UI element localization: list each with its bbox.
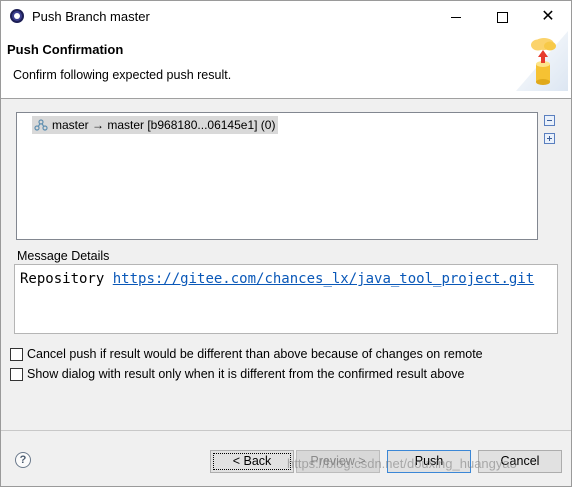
message-details-box[interactable]: Repository https://gitee.com/chances_lx/… <box>14 264 558 334</box>
minimize-button[interactable] <box>433 1 479 31</box>
page-description: Confirm following expected push result. <box>13 68 232 82</box>
repository-url-link[interactable]: https://gitee.com/chances_lx/java_tool_p… <box>113 271 534 287</box>
tree-item-label: master → master [b968180...06145e1] (0) <box>52 118 276 132</box>
maximize-button[interactable] <box>479 1 525 31</box>
minimize-icon <box>451 16 461 18</box>
page-title: Push Confirmation <box>7 42 124 57</box>
branch-icon <box>34 119 48 131</box>
expand-all-icon[interactable] <box>544 133 555 144</box>
eclipse-icon <box>10 9 24 23</box>
cancel-push-option[interactable]: Cancel push if result would be different… <box>10 347 483 361</box>
close-icon: ✕ <box>541 8 555 26</box>
cancel-push-checkbox[interactable] <box>10 347 23 361</box>
collapse-all-icon[interactable] <box>544 115 555 126</box>
tree-side-toolbar <box>544 115 558 151</box>
push-result-tree[interactable]: master → master [b968180...06145e1] (0) <box>16 112 538 240</box>
push-banner-icon <box>516 31 568 91</box>
title-bar: Push Branch master ✕ <box>1 1 571 31</box>
window-title: Push Branch master <box>32 9 150 24</box>
show-dialog-label: Show dialog with result only when it is … <box>27 367 465 381</box>
dialog-header: Push Confirmation Confirm following expe… <box>1 31 571 99</box>
cancel-push-label: Cancel push if result would be different… <box>27 347 483 361</box>
message-details-label: Message Details <box>17 249 110 263</box>
focus-ring <box>213 453 291 470</box>
back-button[interactable]: < Back <box>210 450 294 473</box>
close-button[interactable]: ✕ <box>525 1 571 31</box>
watermark: https://blog.csdn.net/douxing_huangyao <box>287 456 517 471</box>
message-details-text: Repository https://gitee.com/chances_lx/… <box>20 271 534 287</box>
push-branch-dialog: Push Branch master ✕ Push Confirmation C… <box>0 0 572 487</box>
show-dialog-option[interactable]: Show dialog with result only when it is … <box>10 367 465 381</box>
tree-item-ref-update[interactable]: master → master [b968180...06145e1] (0) <box>32 116 279 134</box>
maximize-icon <box>496 11 508 23</box>
show-dialog-checkbox[interactable] <box>10 367 23 381</box>
main-area: master → master [b968180...06145e1] (0) … <box>1 99 571 430</box>
dialog-footer: ? < Back Preview > Push Cancel https://b… <box>1 431 571 486</box>
help-icon[interactable]: ? <box>15 452 31 468</box>
repository-prefix: Repository <box>20 271 105 287</box>
